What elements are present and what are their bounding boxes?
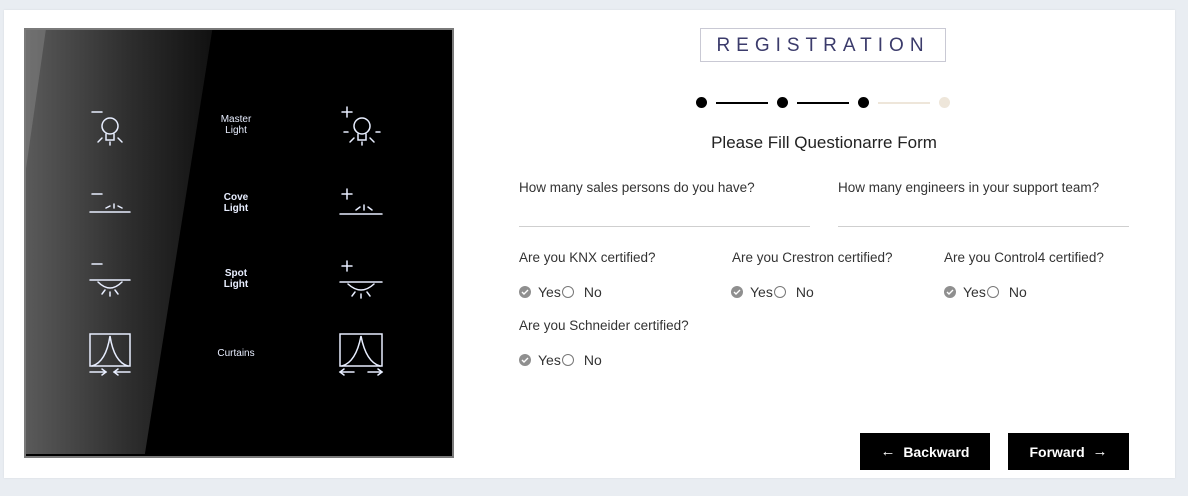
crestron-yes-label[interactable]: Yes [750,284,773,300]
form-heading: Please Fill Questionarre Form [711,133,937,152]
knx-no-radio[interactable] [561,286,574,298]
curtain-open-icon [338,333,384,376]
crestron-no-label[interactable]: No [796,284,814,300]
curtain-close-icon [89,333,131,376]
step-connector-1 [716,102,768,104]
engineers-input[interactable] [838,226,1129,227]
schneider-yes-radio[interactable] [519,354,531,366]
crestron-no-radio[interactable] [773,286,786,298]
progress-stepper [696,96,956,110]
switch-panel-image: Master Light Cove Light Spot Light Curta… [24,28,454,458]
cove-dim-icon [89,193,131,213]
engineers-label: How many engineers in your support team? [838,180,1100,195]
arrow-left-icon: ← [880,443,896,460]
panel-label-spot: Spot [225,268,248,279]
crestron-options: Yes No [731,284,814,300]
panel-label-curtains: Curtains [217,348,254,359]
control4-yes-radio[interactable] [944,286,956,298]
control4-no-radio[interactable] [986,286,999,298]
control4-no-label[interactable]: No [1009,284,1027,300]
bulb-dim-icon [91,111,123,146]
schneider-yes-label[interactable]: Yes [538,352,561,368]
step-3-dot [858,97,869,108]
step-connector-2 [797,102,849,104]
step-connector-3 [878,102,930,104]
knx-no-label[interactable]: No [584,284,602,300]
panel-label-cove-2: Light [224,203,249,214]
step-1-dot [696,97,707,108]
backward-label: Backward [903,443,970,460]
sales-persons-label: How many sales persons do you have? [519,180,755,195]
panel-label-master: Master [221,114,252,125]
schneider-no-radio[interactable] [561,354,574,366]
schneider-no-label[interactable]: No [584,352,602,368]
knx-question: Are you KNX certified? [519,250,656,265]
arrow-right-icon: → [1092,443,1108,460]
control4-question: Are you Control4 certified? [944,250,1104,265]
panel-icons: Master Light Cove Light Spot Light Curta… [89,106,384,376]
knx-yes-label[interactable]: Yes [538,284,561,300]
control4-yes-label[interactable]: Yes [963,284,986,300]
crestron-yes-radio[interactable] [731,286,743,298]
panel-label-cove: Cove [224,192,249,203]
panel-label-spot-2: Light [224,279,249,290]
knx-options: Yes No [519,284,602,300]
schneider-options: Yes No [519,352,602,368]
control4-options: Yes No [944,284,1027,300]
spot-dim-icon [89,263,131,297]
schneider-question: Are you Schneider certified? [519,318,689,333]
registration-title: REGISTRATION [700,28,946,62]
forward-label: Forward [1029,443,1085,460]
crestron-question: Are you Crestron certified? [732,250,893,265]
panel-label-master-2: Light [225,125,247,136]
step-2-dot [777,97,788,108]
bulb-bright-icon [341,106,381,146]
step-4-dot [939,97,950,108]
sales-persons-input[interactable] [519,226,810,227]
backward-button[interactable]: ← Backward [860,433,990,470]
spot-bright-icon [339,260,383,299]
cove-bright-icon [339,188,383,215]
forward-button[interactable]: Forward → [1008,433,1129,470]
knx-yes-radio[interactable] [519,286,531,298]
